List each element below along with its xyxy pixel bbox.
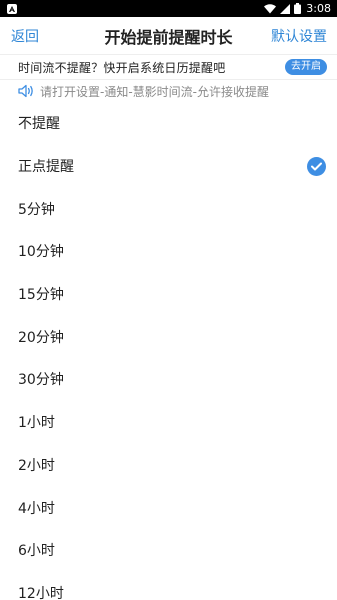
calendar-reminder-notice: 时间流不提醒？快开启系统日历提醒吧 去开启	[0, 55, 337, 80]
option-label: 12小时	[18, 585, 64, 600]
wifi-icon	[264, 3, 277, 14]
default-settings-button[interactable]: 默认设置	[271, 26, 327, 46]
option-label: 5分钟	[18, 201, 55, 218]
reminder-option[interactable]: 12小时	[0, 572, 337, 600]
header: 返回 开始提前提醒时长 默认设置	[0, 17, 337, 55]
reminder-option[interactable]: 15分钟	[0, 273, 337, 316]
reminder-option[interactable]: 2小时	[0, 444, 337, 487]
app-notification-icon	[7, 3, 17, 14]
reminder-option[interactable]: 不提醒	[0, 102, 337, 145]
option-label: 15分钟	[18, 287, 64, 304]
back-button[interactable]: 返回	[11, 26, 39, 46]
enable-button[interactable]: 去开启	[285, 59, 327, 75]
reminder-option[interactable]: 1小时	[0, 401, 337, 444]
check-icon	[307, 156, 326, 176]
option-label: 2小时	[18, 457, 55, 474]
speaker-icon	[18, 84, 35, 98]
signal-icon	[280, 3, 291, 14]
option-label: 正点提醒	[18, 159, 74, 176]
reminder-option-list: 不提醒正点提醒 5分钟 10分钟 15分钟 20分钟 30分钟 1小时 2小时 4小时 6小时 12…	[0, 102, 337, 600]
notice-text: 时间流不提醒？快开启系统日历提醒吧	[18, 60, 226, 75]
status-bar: 3:08	[0, 0, 337, 17]
permission-hint: 请打开设置-通知-慧影时间流-允许接收提醒	[0, 80, 337, 102]
battery-icon	[294, 3, 302, 14]
option-label: 4小时	[18, 500, 55, 517]
option-label: 10分钟	[18, 244, 64, 261]
hint-text: 请打开设置-通知-慧影时间流-允许接收提醒	[40, 84, 269, 99]
option-label: 30分钟	[18, 372, 64, 389]
status-left	[7, 3, 17, 14]
option-label: 不提醒	[18, 116, 60, 133]
reminder-option[interactable]: 20分钟	[0, 315, 337, 358]
option-label: 6小时	[18, 543, 55, 560]
status-right: 3:08	[264, 2, 331, 15]
reminder-option[interactable]: 4小时	[0, 486, 337, 529]
reminder-option[interactable]: 5分钟	[0, 187, 337, 230]
reminder-option[interactable]: 30分钟	[0, 358, 337, 401]
option-label: 20分钟	[18, 329, 64, 346]
reminder-option[interactable]: 正点提醒	[0, 145, 337, 188]
reminder-option[interactable]: 6小时	[0, 529, 337, 572]
status-time: 3:08	[306, 2, 331, 15]
option-label: 1小时	[18, 415, 55, 432]
reminder-option[interactable]: 10分钟	[0, 230, 337, 273]
